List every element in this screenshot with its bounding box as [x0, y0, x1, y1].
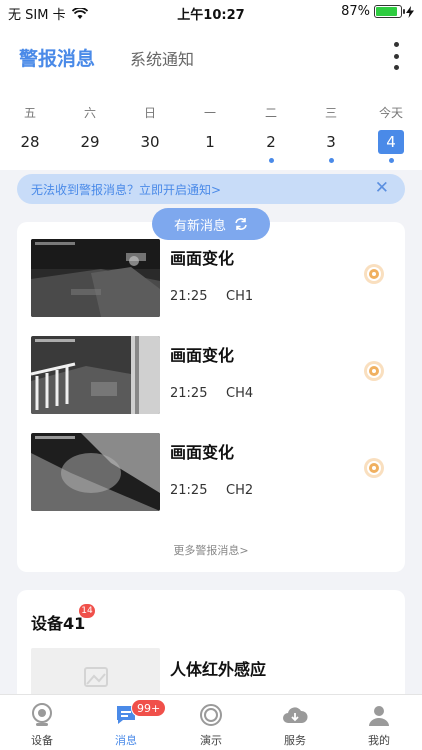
status-bar: 无 SIM 卡 上午10:27 87%	[0, 0, 422, 24]
battery-percent: 87%	[341, 4, 370, 19]
battery-icon	[374, 5, 405, 18]
header: 警报消息 系统通知	[0, 24, 422, 90]
tab-system-notifications[interactable]: 系统通知	[130, 46, 194, 70]
alarm-channel: CH2	[226, 483, 254, 498]
alarm-time: 21:25	[170, 483, 208, 498]
nav-devices[interactable]: 设备	[12, 701, 72, 748]
event-dot	[328, 158, 334, 163]
weekday-label: 一	[203, 106, 216, 120]
alarm-list-card: 画面变化 21:25 CH1 画面变化 21:25 CH4 画面变化 21:25…	[17, 222, 405, 572]
nav-label: 设备	[31, 734, 53, 747]
alarm-item[interactable]: 画面变化 21:25 CH2	[17, 433, 405, 511]
event-dot	[388, 158, 394, 163]
bottom-navigation: 设备 99+ 消息 演示 服务 我的	[0, 694, 422, 750]
user-icon	[369, 706, 389, 726]
calendar-day-today[interactable]: 今天 4	[371, 90, 411, 163]
alarm-play-icon[interactable]	[363, 457, 385, 479]
device-group-title[interactable]: 设备41	[31, 610, 85, 634]
alarm-item[interactable]: 画面变化 21:25 CH4	[17, 336, 405, 414]
enable-notification-banner[interactable]: 无法收到警报消息？立即开启通知> ✕	[17, 174, 405, 204]
alarm-title: 画面变化	[170, 443, 235, 462]
weekday-label: 今天	[378, 106, 403, 120]
new-messages-button[interactable]: 有新消息	[152, 208, 270, 240]
alarm-title: 画面变化	[170, 346, 235, 365]
refresh-icon	[235, 218, 247, 230]
device-card: 设备41 14 人体红外感应	[17, 590, 405, 710]
close-icon[interactable]: ✕	[375, 178, 389, 198]
date-strip: 五 28 六 29 日 30 一 1 二 2 三 3 今天 4	[0, 90, 422, 170]
device-count-badge: 14	[79, 604, 95, 618]
alarm-time: 21:25	[170, 289, 208, 304]
date-number-selected: 4	[378, 130, 404, 154]
alarm-play-icon[interactable]	[363, 263, 385, 285]
nav-label: 消息	[115, 734, 137, 747]
nav-services[interactable]: 服务	[265, 701, 325, 748]
nav-messages[interactable]: 99+ 消息	[96, 699, 167, 748]
message-badge: 99+	[131, 699, 167, 717]
event-dot	[268, 158, 274, 163]
calendar-day[interactable]: 二 2	[251, 90, 291, 163]
alarm-item[interactable]: 画面变化 21:25 CH1	[17, 239, 405, 317]
calendar-day[interactable]: 六 29	[70, 90, 110, 154]
weekday-label: 二	[264, 106, 277, 120]
date-number: 30	[140, 133, 160, 151]
calendar-day[interactable]: 日 30	[130, 90, 170, 154]
cloud-icon	[283, 707, 308, 723]
alarm-time: 21:25	[170, 386, 208, 401]
calendar-day[interactable]: 三 3	[311, 90, 351, 163]
nav-profile[interactable]: 我的	[349, 701, 409, 748]
device-name: 人体红外感应	[170, 660, 267, 679]
camera-snapshot[interactable]	[31, 336, 160, 414]
alarm-channel: CH1	[226, 289, 254, 304]
tab-alarm-messages[interactable]: 警报消息	[19, 44, 95, 71]
alarm-title: 画面变化	[170, 249, 235, 268]
nav-label: 演示	[200, 734, 222, 747]
camera-snapshot[interactable]	[31, 433, 160, 511]
calendar-day[interactable]: 五 28	[10, 90, 50, 154]
alarm-play-icon[interactable]	[363, 360, 385, 382]
more-alarms-link[interactable]: 更多警报消息>	[17, 542, 405, 558]
camera-snapshot[interactable]	[31, 239, 160, 317]
more-options-icon[interactable]	[392, 42, 400, 70]
charging-icon	[406, 5, 414, 18]
alarm-channel: CH4	[226, 386, 254, 401]
weekday-label: 六	[83, 106, 96, 120]
date-number: 2	[266, 133, 276, 151]
nav-label: 我的	[368, 734, 390, 747]
date-number: 28	[20, 133, 40, 151]
weekday-label: 五	[23, 106, 36, 120]
nav-demo[interactable]: 演示	[181, 701, 241, 748]
notice-text[interactable]: 无法收到警报消息？立即开启通知>	[31, 181, 221, 198]
weekday-label: 日	[143, 106, 156, 120]
date-number: 29	[80, 133, 100, 151]
date-number: 1	[205, 133, 215, 151]
camera-icon	[32, 703, 52, 726]
weekday-label: 三	[324, 106, 337, 120]
date-number: 3	[326, 133, 336, 151]
status-right: 87%	[341, 4, 414, 19]
demo-icon	[200, 704, 222, 726]
nav-label: 服务	[284, 734, 306, 747]
calendar-day[interactable]: 一 1	[190, 90, 230, 154]
new-messages-label: 有新消息	[173, 218, 226, 234]
